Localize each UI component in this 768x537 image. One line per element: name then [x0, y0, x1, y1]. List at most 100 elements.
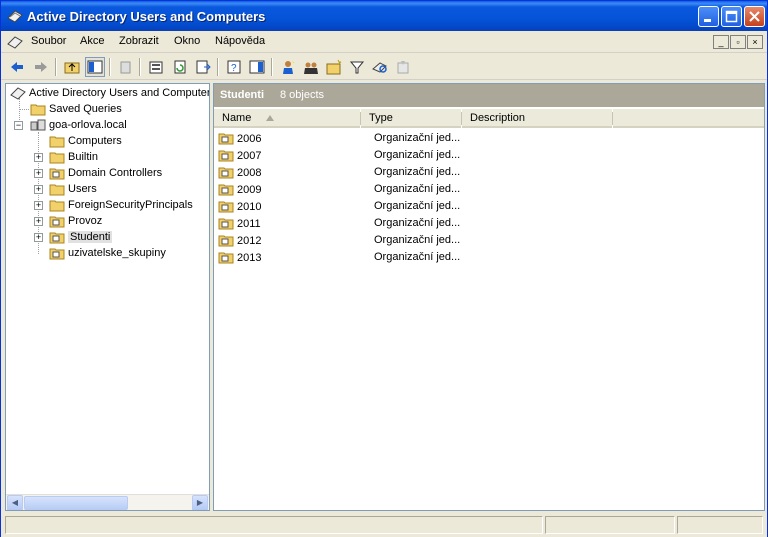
up-one-level-button[interactable]	[62, 57, 82, 77]
tree-item-computers[interactable]: Computers	[49, 133, 122, 149]
list-item[interactable]: 2010 Organizační jed...	[218, 198, 518, 215]
scroll-right-button[interactable]: ▶	[192, 495, 208, 510]
menu-napoveda[interactable]: Nápověda	[215, 35, 265, 47]
tree-item-builtin[interactable]: Builtin	[49, 149, 98, 165]
list-item[interactable]: 2007 Organizační jed...	[218, 147, 518, 164]
item-name: 2007	[237, 149, 262, 162]
menu-bar: Soubor Akce Zobrazit Okno Nápověda _ ▫ ×	[1, 31, 767, 53]
maximize-button[interactable]	[721, 6, 742, 27]
tree-item-domain[interactable]: goa-orlova.local	[30, 117, 127, 133]
menu-akce[interactable]: Akce	[80, 35, 104, 47]
ad-app-icon	[7, 10, 23, 23]
child-minimize-button[interactable]: _	[713, 35, 729, 49]
expand-toggle[interactable]: +	[34, 201, 43, 210]
details-header: Studenti 8 objects	[214, 84, 764, 107]
console-tree: Active Directory Users and Computer Save…	[5, 83, 210, 511]
new-user-icon	[283, 60, 295, 74]
details-pane: Studenti 8 objects Name Type Description…	[213, 83, 765, 511]
tree-item-studenti[interactable]: Studenti	[49, 229, 113, 245]
new-user-button[interactable]	[278, 57, 298, 77]
delete-button[interactable]	[116, 57, 136, 77]
scroll-thumb[interactable]	[24, 496, 128, 510]
export-list-button[interactable]	[193, 57, 213, 77]
column-label: Type	[369, 112, 393, 124]
refresh-button[interactable]	[170, 57, 190, 77]
folder-icon	[49, 152, 65, 163]
list-item[interactable]: 2009 Organizační jed...	[218, 181, 518, 198]
minimize-button[interactable]	[698, 6, 719, 27]
tree-label: Builtin	[68, 151, 98, 163]
toolbar-separator	[217, 58, 219, 76]
menu-okno[interactable]: Okno	[174, 35, 200, 47]
tree-horizontal-scrollbar[interactable]: ◀ ▶	[6, 494, 209, 510]
folder-icon	[49, 136, 65, 147]
tree-label: goa-orlova.local	[49, 119, 127, 131]
scroll-left-button[interactable]: ◀	[7, 495, 23, 510]
tree-item-root[interactable]: Active Directory Users and Computer	[10, 85, 209, 101]
list-item[interactable]: 2006 Organizační jed...	[218, 130, 518, 147]
item-type: Organizační jed...	[374, 183, 461, 195]
list-item[interactable]: 2008 Organizační jed...	[218, 164, 518, 181]
toolbar-separator	[271, 58, 273, 76]
filter-button[interactable]	[347, 57, 367, 77]
menu-soubor[interactable]: Soubor	[31, 35, 66, 47]
tree-label: Saved Queries	[49, 103, 122, 115]
toolbar-separator	[55, 58, 57, 76]
show-hide-tree-button[interactable]	[85, 57, 105, 77]
new-ou-button[interactable]	[324, 57, 344, 77]
item-name: 2011	[237, 217, 261, 230]
tree-item-foreign-security-principals[interactable]: ForeignSecurityPrincipals	[49, 197, 193, 213]
tree-item-domain-controllers[interactable]: Domain Controllers	[49, 165, 162, 181]
ou-icon	[218, 133, 234, 145]
tree-label-selected: Studenti	[68, 231, 113, 243]
title-bar[interactable]: Active Directory Users and Computers	[1, 1, 767, 31]
find-button[interactable]	[370, 57, 390, 77]
help-button[interactable]: ?	[224, 57, 244, 77]
list-item[interactable]: 2013 Organizační jed...	[218, 249, 518, 266]
expand-toggle[interactable]: +	[34, 153, 43, 162]
ad-snapin-icon	[10, 86, 26, 100]
list-item[interactable]: 2011 Organizační jed...	[218, 215, 518, 232]
pane-icon	[249, 60, 265, 74]
tree-label: Domain Controllers	[68, 167, 163, 179]
show-action-pane-button[interactable]	[247, 57, 267, 77]
forward-button[interactable]	[31, 57, 51, 77]
refresh-icon	[174, 60, 186, 74]
tree-item-users[interactable]: Users	[49, 181, 97, 197]
close-button[interactable]	[744, 6, 765, 27]
status-cell-main	[5, 516, 543, 534]
tree-item-uzivatelske-skupiny[interactable]: uzivatelske_skupiny	[49, 245, 166, 261]
column-header-description[interactable]: Description	[462, 109, 612, 128]
new-group-button[interactable]	[301, 57, 321, 77]
ad-doc-icon[interactable]	[7, 34, 23, 50]
properties-button[interactable]	[146, 57, 166, 77]
column-label: Name	[222, 112, 252, 124]
add-to-group-button[interactable]	[393, 57, 413, 77]
back-button[interactable]	[7, 57, 27, 77]
list-item[interactable]: 2012 Organizační jed...	[218, 232, 518, 249]
item-type: Organizační jed...	[374, 149, 461, 161]
tree-item-saved-queries[interactable]: Saved Queries	[30, 101, 122, 117]
details-title: Studenti	[220, 89, 264, 101]
folder-icon	[49, 184, 65, 195]
column-header-name[interactable]: Name	[214, 109, 360, 128]
ou-icon	[218, 150, 234, 162]
expand-toggle[interactable]: +	[34, 233, 43, 242]
expand-toggle[interactable]: +	[34, 185, 43, 194]
child-close-button[interactable]: ×	[747, 35, 763, 49]
window-title: Active Directory Users and Computers	[27, 9, 266, 24]
folder-icon	[49, 200, 65, 211]
ou-icon	[218, 167, 234, 179]
tree-item-provoz[interactable]: Provoz	[49, 213, 102, 229]
maximize-icon	[725, 10, 738, 23]
menu-zobrazit[interactable]: Zobrazit	[119, 35, 159, 47]
expand-toggle[interactable]: +	[34, 169, 43, 178]
expand-toggle[interactable]: +	[34, 217, 43, 226]
column-header-type[interactable]: Type	[361, 109, 461, 128]
toolbar: ?	[1, 54, 767, 80]
child-restore-button[interactable]: ▫	[730, 35, 746, 49]
collapse-toggle[interactable]: −	[14, 121, 23, 130]
svg-text:?: ?	[231, 63, 237, 74]
toolbar-separator	[139, 58, 141, 76]
column-header-empty	[613, 109, 764, 128]
